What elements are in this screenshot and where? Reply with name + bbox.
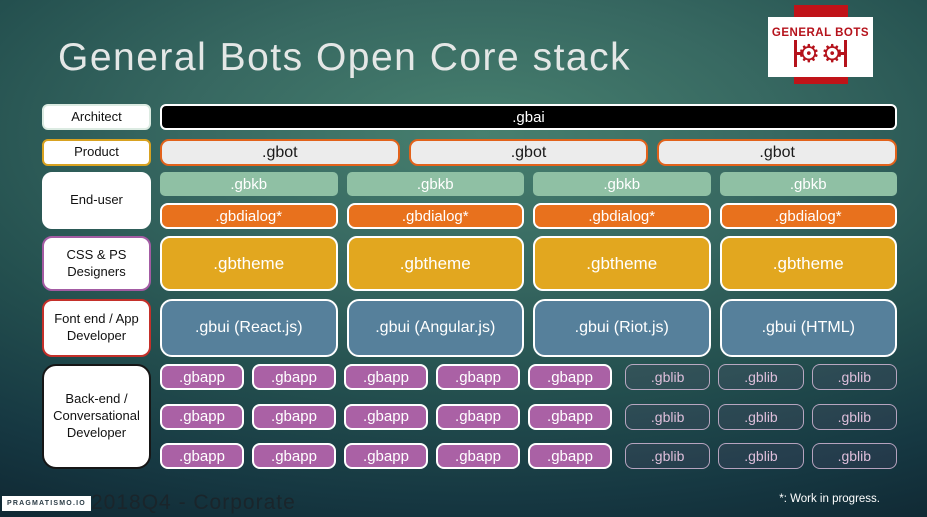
gears-icon: ⚙ ⚙: [793, 40, 848, 67]
gbdialog-box: .gbdialog*: [719, 203, 897, 229]
gbtheme-box: .gbtheme: [160, 236, 338, 291]
gbdialog-box: .gbdialog*: [346, 203, 524, 229]
gbui-box: .gbui (React.js): [160, 299, 338, 357]
gbui-box: .gbui (HTML): [719, 299, 897, 357]
gbui-box: .gbui (Riot.js): [533, 299, 711, 357]
gbapp-box: .gbapp: [528, 443, 612, 469]
gbapp-box: .gbapp: [436, 364, 520, 390]
gear-right-bar-icon: [838, 40, 848, 67]
footer-caption: 2018Q4 - Corporate: [91, 491, 296, 514]
backend-row: .gbapp .gbapp .gbapp .gbapp .gbapp .gbli…: [160, 403, 897, 430]
gblib-box: .gblib: [718, 403, 804, 430]
role-label-end-user: End-user: [42, 172, 151, 229]
gbapp-box: .gbapp: [252, 443, 336, 469]
stack-diagram: Architect .gbai Product .gbot .gbot .gbo…: [42, 104, 898, 469]
gbapp-box: .gbapp: [528, 403, 612, 430]
gbkb-box: .gbkb: [346, 172, 524, 196]
gbui-box: .gbui (Angular.js): [346, 299, 524, 357]
gbapp-box: .gbapp: [344, 443, 428, 469]
product-band: Product .gbot .gbot .gbot: [42, 139, 898, 166]
gbkb-box: .gbkb: [533, 172, 711, 196]
general-bots-logo: GENERAL BOTS ⚙ ⚙: [768, 17, 873, 77]
gbtheme-box: .gbtheme: [533, 236, 711, 291]
work-in-progress-note: *: Work in progress.: [779, 493, 880, 505]
gbtheme-box: .gbtheme: [719, 236, 897, 291]
gblib-box: .gblib: [811, 403, 897, 430]
gbapp-box: .gbapp: [436, 403, 520, 430]
end-user-band: End-user .gbkb .gbkb .gbkb .gbkb .gbdial…: [42, 172, 897, 229]
gblib-box: .gblib: [625, 403, 711, 430]
backend-band: Back-end / Conversational Developer .gba…: [42, 364, 897, 469]
frontend-band: Font end / App Developer .gbui (React.js…: [42, 299, 897, 357]
gbapp-box: .gbapp: [160, 443, 244, 469]
role-label-designers: CSS & PS Designers: [42, 236, 151, 291]
gbkb-box: .gbkb: [160, 172, 338, 196]
gbdialog-box: .gbdialog*: [160, 203, 338, 229]
role-label-backend: Back-end / Conversational Developer: [42, 364, 151, 469]
architect-band: Architect .gbai: [42, 104, 897, 130]
gblib-box: .gblib: [811, 364, 897, 390]
designers-band: CSS & PS Designers .gbtheme .gbtheme .gb…: [42, 236, 897, 291]
gblib-box: .gblib: [718, 443, 804, 469]
role-label-architect: Architect: [42, 104, 151, 130]
gbapp-box: .gbapp: [160, 403, 244, 430]
backend-row: .gbapp .gbapp .gbapp .gbapp .gbapp .gbli…: [160, 443, 897, 469]
logo-wordmark: GENERAL BOTS: [771, 27, 870, 39]
gbot-box: .gbot: [160, 139, 400, 166]
gbot-box: .gbot: [657, 139, 898, 166]
gblib-box: .gblib: [718, 364, 804, 390]
gblib-box: .gblib: [625, 364, 711, 390]
gbdialog-box: .gbdialog*: [533, 203, 711, 229]
gblib-box: .gblib: [625, 443, 711, 469]
gbkb-box: .gbkb: [719, 172, 897, 196]
gear-left-bar-icon: [793, 40, 803, 67]
gbapp-box: .gbapp: [528, 364, 612, 390]
gbtheme-box: .gbtheme: [346, 236, 524, 291]
gbapp-box: .gbapp: [436, 443, 520, 469]
role-label-frontend: Font end / App Developer: [42, 299, 151, 357]
backend-row: .gbapp .gbapp .gbapp .gbapp .gbapp .gbli…: [160, 364, 897, 390]
pragmatismo-badge: PRAGMATISMO.IO: [2, 496, 91, 511]
gbapp-box: .gbapp: [160, 364, 244, 390]
gblib-box: .gblib: [811, 443, 897, 469]
gbapp-box: .gbapp: [344, 403, 428, 430]
gbai-box: .gbai: [160, 104, 897, 130]
gbot-box: .gbot: [408, 139, 649, 166]
page-title: General Bots Open Core stack: [58, 36, 632, 79]
gbapp-box: .gbapp: [252, 403, 336, 430]
gbapp-box: .gbapp: [344, 364, 428, 390]
role-label-product: Product: [42, 139, 151, 166]
gbapp-box: .gbapp: [252, 364, 336, 390]
